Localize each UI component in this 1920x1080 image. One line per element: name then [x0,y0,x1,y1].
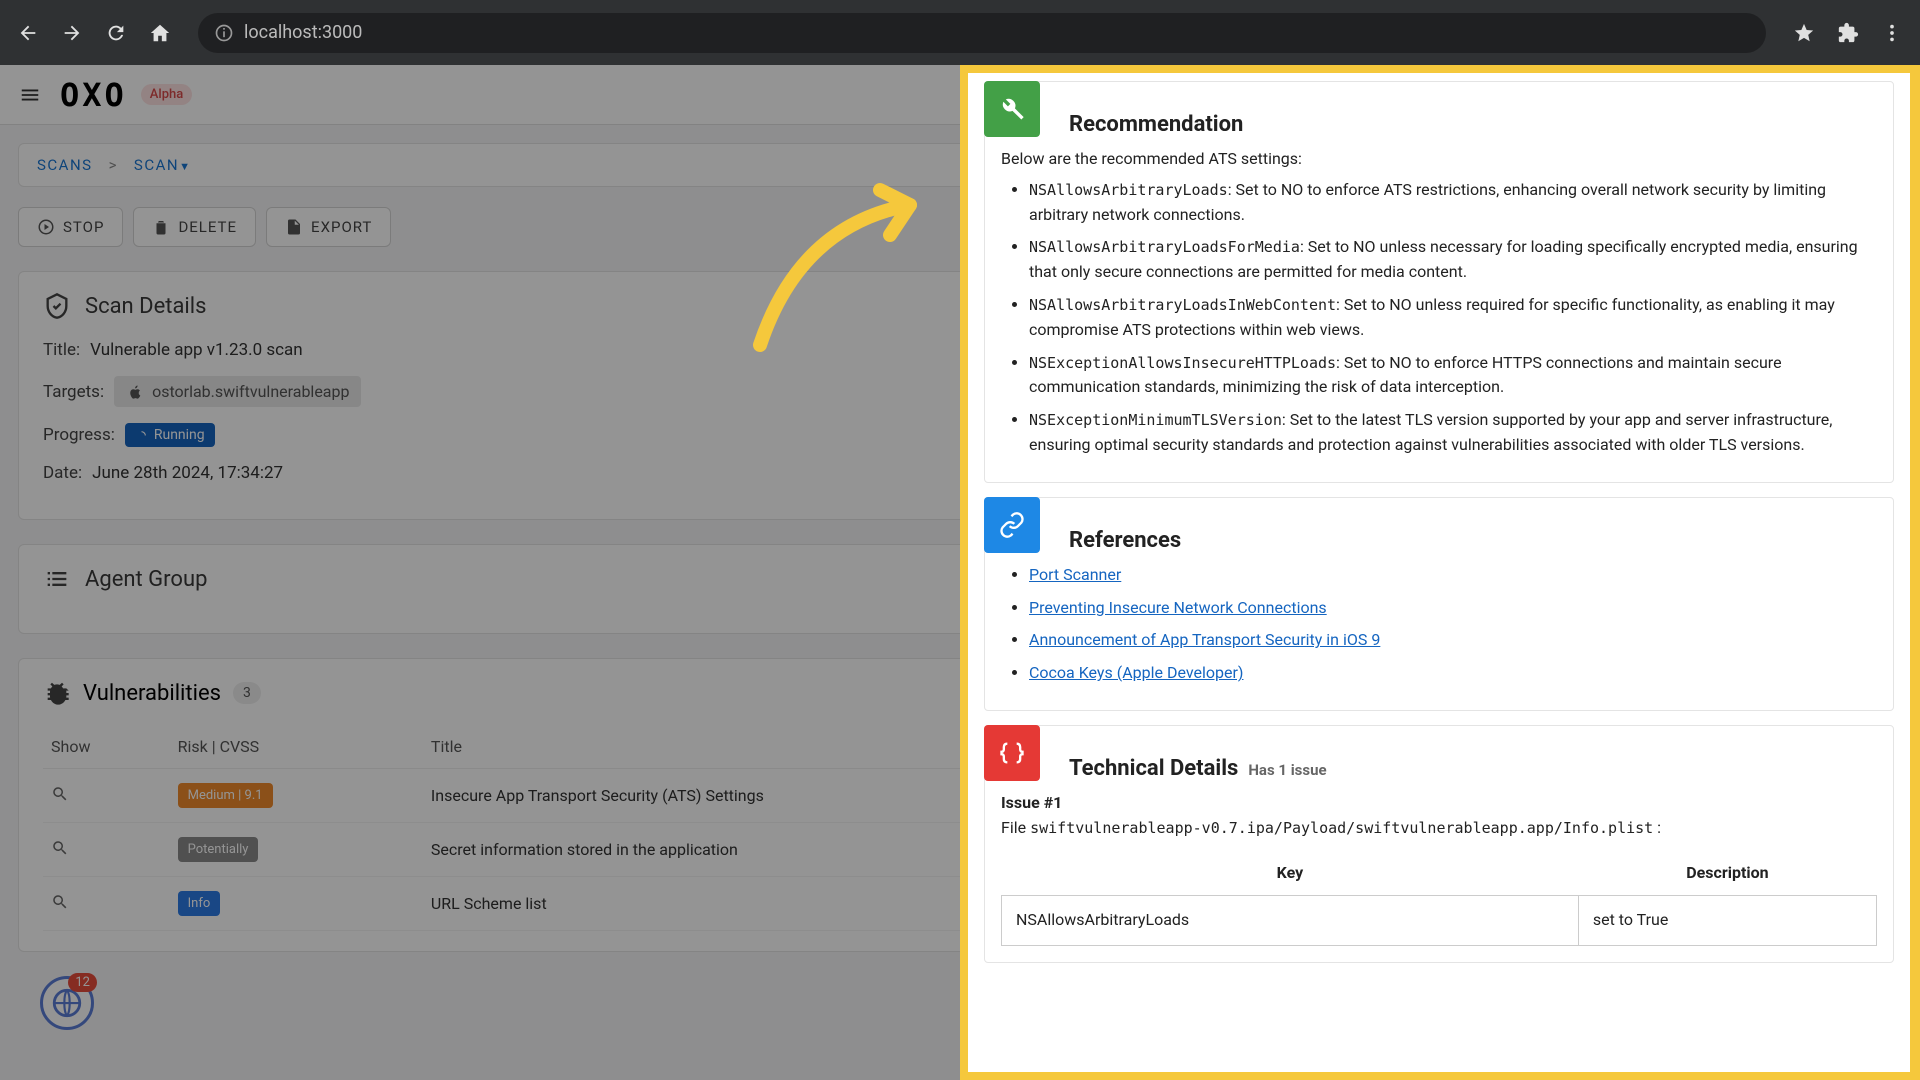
reference-link[interactable]: Announcement of App Transport Security i… [1029,630,1380,649]
reload-button[interactable] [98,15,134,51]
target-value: ostorlab.swiftvulnerableapp [152,382,349,401]
reference-link[interactable]: Preventing Insecure Network Connections [1029,598,1327,617]
references-list: Port Scanner Preventing Insecure Network … [1001,563,1877,686]
export-icon [285,218,303,236]
apple-icon [126,383,144,401]
back-button[interactable] [10,15,46,51]
breadcrumb-scan[interactable]: SCAN▼ [134,156,192,174]
file-line: File swiftvulnerableapp-v0.7.ipa/Payload… [1001,816,1877,841]
browser-toolbar: localhost:3000 [0,0,1920,65]
stop-button[interactable]: STOP [18,207,123,247]
target-chip[interactable]: ostorlab.swiftvulnerableapp [114,376,361,407]
shield-check-icon [43,292,71,320]
export-button[interactable]: EXPORT [266,207,391,247]
delete-button[interactable]: DELETE [133,207,256,247]
recommendation-list: NSAllowsArbitraryLoads: Set to NO to enf… [1001,178,1877,458]
list-item: Preventing Insecure Network Connections [1029,596,1877,621]
reference-link[interactable]: Cocoa Keys (Apple Developer) [1029,663,1243,682]
url-text: localhost:3000 [244,22,362,43]
list-item: Port Scanner [1029,563,1877,588]
list-icon [43,565,71,593]
agent-group-heading: Agent Group [85,567,207,592]
magnify-icon [51,839,69,857]
progress-label: Progress: [43,425,115,445]
url-bar[interactable]: localhost:3000 [198,13,1766,53]
title-value: Vulnerable app v1.23.0 scan [90,340,303,360]
th-key: Key [1002,851,1579,896]
bug-icon [43,679,71,707]
home-button[interactable] [142,15,178,51]
col-risk: Risk | CVSS [170,725,423,769]
date-value: June 28th 2024, 17:34:27 [92,463,283,483]
magnify-icon [51,785,69,803]
list-item: NSAllowsArbitraryLoadsForMedia: Set to N… [1029,235,1877,285]
notification-count: 12 [68,973,97,992]
issue-table: KeyDescription NSAllowsArbitraryLoadsset… [1001,851,1877,947]
date-label: Date: [43,463,82,483]
risk-badge: Info [178,891,221,916]
list-item: Cocoa Keys (Apple Developer) [1029,661,1877,686]
breadcrumb-sep: > [109,156,118,174]
list-item: NSAllowsArbitraryLoads: Set to NO to enf… [1029,178,1877,228]
col-show: Show [43,725,170,769]
breadcrumb-scans[interactable]: SCANS [37,156,93,174]
running-badge: Running [125,423,215,447]
table-row: NSAllowsArbitraryLoadsset to True [1002,896,1877,946]
targets-label: Targets: [43,382,104,402]
th-desc: Description [1578,851,1876,896]
risk-badge: Medium | 9.1 [178,783,273,808]
alpha-badge: Alpha [141,84,192,105]
list-item: NSExceptionMinimumTLSVersion: Set to the… [1029,408,1877,458]
app-logo: OXO [60,76,127,114]
trash-icon [152,218,170,236]
technical-section: Technical DetailsHas 1 issue Issue #1 Fi… [984,725,1894,963]
link-icon [984,497,1040,553]
title-label: Title: [43,340,80,360]
references-section: References Port Scanner Preventing Insecu… [984,497,1894,711]
braces-icon [984,725,1040,781]
list-item: NSAllowsArbitraryLoadsInWebContent: Set … [1029,293,1877,343]
forward-button[interactable] [54,15,90,51]
vulns-heading: Vulnerabilities [83,681,221,706]
stop-icon [37,218,55,236]
recommendation-section: Recommendation Below are the recommended… [984,81,1894,483]
scan-details-heading: Scan Details [85,294,206,319]
menu-button[interactable] [1874,15,1910,51]
list-item: NSExceptionAllowsInsecureHTTPLoads: Set … [1029,351,1877,401]
extensions-button[interactable] [1830,15,1866,51]
recommendation-intro: Below are the recommended ATS settings: [1001,147,1877,172]
risk-badge: Potentially [178,837,259,862]
technical-sub: Has 1 issue [1248,761,1326,779]
bookmark-button[interactable] [1786,15,1822,51]
issue-label: Issue #1 [1001,791,1877,816]
references-title: References [1069,514,1877,553]
notification-badge[interactable]: 12 [40,976,94,1030]
site-info-icon [214,23,234,43]
reference-link[interactable]: Port Scanner [1029,565,1121,584]
vuln-detail-panel: Recommendation Below are the recommended… [960,65,1920,1080]
magnify-icon [51,893,69,911]
wrench-icon [984,81,1040,137]
vulns-count: 3 [233,682,261,704]
technical-title: Technical DetailsHas 1 issue [1069,742,1327,781]
list-item: Announcement of App Transport Security i… [1029,628,1877,653]
recommendation-title: Recommendation [1069,98,1877,137]
spinner-icon [135,429,148,442]
hamburger-menu[interactable] [14,79,46,111]
